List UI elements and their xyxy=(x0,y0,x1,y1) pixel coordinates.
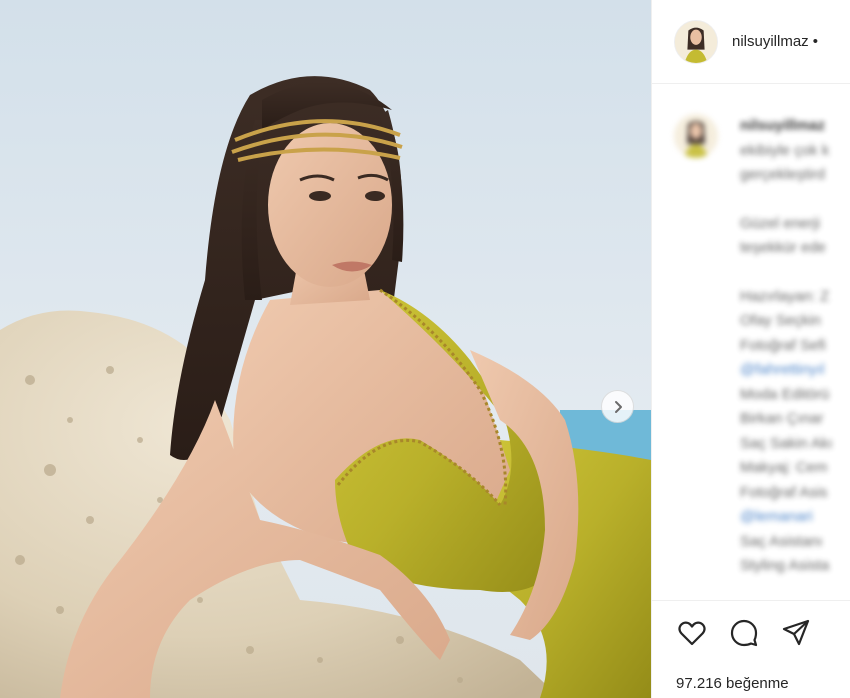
caption-mention[interactable]: @lemanari xyxy=(740,505,833,530)
comment-icon xyxy=(730,619,758,647)
caption-text: nilsuyillmaz ekibiyle çok k gerçekleştir… xyxy=(740,114,833,579)
share-icon xyxy=(782,619,810,646)
caption-line: Styling Asista xyxy=(740,557,830,574)
post-media[interactable] xyxy=(0,0,651,698)
avatar[interactable] xyxy=(674,19,718,64)
avatar-image xyxy=(675,20,717,63)
caption-line: Ofay Seçkin xyxy=(740,312,821,329)
caption-line: ekibiyle çok k xyxy=(740,141,830,159)
caption-line: teşekkür ede xyxy=(740,239,826,256)
caption-line: Moda Editörü xyxy=(740,385,830,403)
likes-count[interactable]: 97.216 beğenme xyxy=(676,675,789,692)
caption-line: Makyaj: Cem xyxy=(740,459,828,476)
caption-avatar[interactable] xyxy=(674,114,718,158)
post-side-panel: nilsuyillmaz • nilsuyillmaz ekibiyle çok… xyxy=(651,0,850,698)
header-dot: • xyxy=(812,33,818,50)
caption-mention[interactable]: @fahrettinyıl xyxy=(740,358,833,383)
caption-area: nilsuyillmaz ekibiyle çok k gerçekleştir… xyxy=(652,98,850,592)
caption-line: gerçekleştird xyxy=(740,166,826,183)
heart-icon xyxy=(678,621,706,646)
post-photo xyxy=(0,0,651,698)
caption-line: Fotoğraf Sefi xyxy=(740,336,826,354)
caption-line: Saç Sakin Akı xyxy=(740,434,833,452)
caption-line: Saç Asistanı xyxy=(740,532,823,550)
comment-button[interactable] xyxy=(729,618,759,648)
caption-line: Hazırlayan: Z xyxy=(740,287,830,305)
post-header: nilsuyillmaz • xyxy=(652,0,850,84)
post-username[interactable]: nilsuyillmaz xyxy=(732,33,809,50)
next-slide-button[interactable] xyxy=(601,390,634,423)
chevron-right-icon xyxy=(614,400,622,413)
post-actions: 97.216 beğenme xyxy=(652,600,850,698)
instagram-post: nilsuyillmaz • nilsuyillmaz ekibiyle çok… xyxy=(0,0,850,698)
like-button[interactable] xyxy=(677,618,707,648)
caption-line: Fotoğraf Asis xyxy=(740,483,828,501)
caption-username[interactable]: nilsuyillmaz xyxy=(740,114,833,139)
caption-line: Birkan Çınar xyxy=(740,410,824,427)
caption-line: Güzel enerji xyxy=(740,214,821,232)
caption-avatar-image xyxy=(674,114,718,158)
share-button[interactable] xyxy=(781,618,811,648)
